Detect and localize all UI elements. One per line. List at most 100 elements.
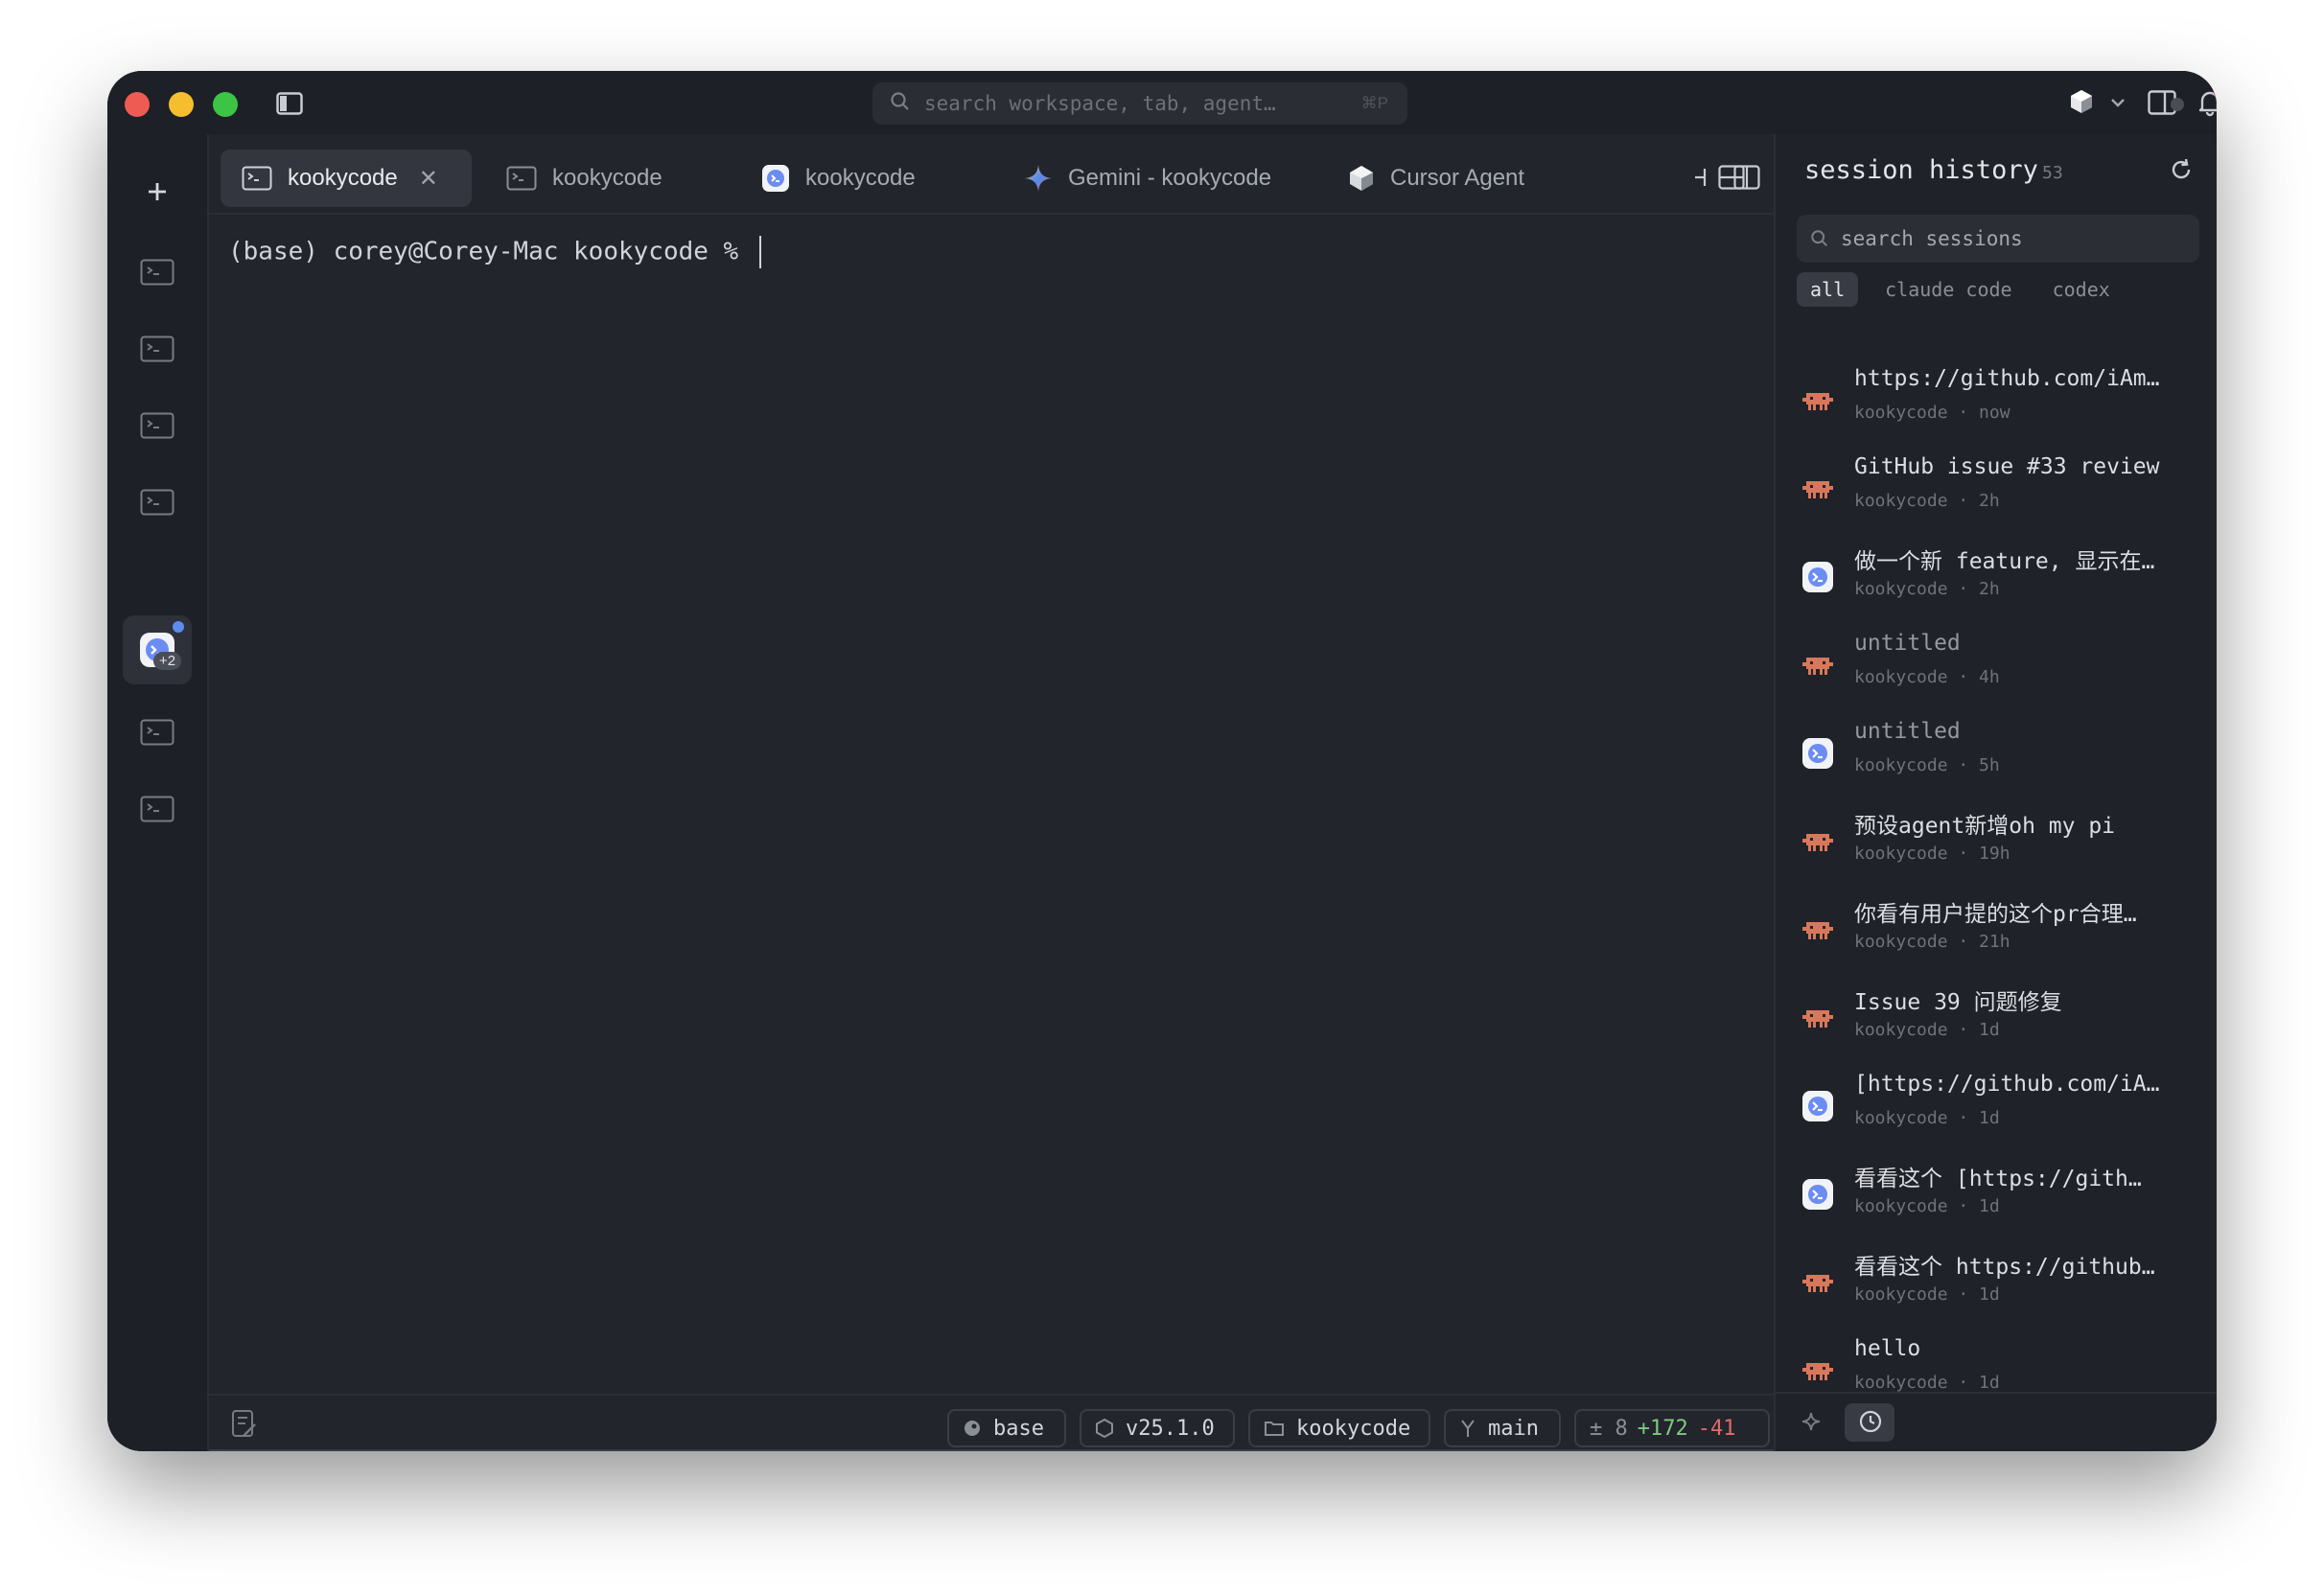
cursor-cube-icon[interactable] [2069, 88, 2094, 120]
tab-kookycode-3[interactable]: kookycode [740, 150, 961, 207]
notes-icon[interactable] [230, 1409, 259, 1445]
terminal-prompt: (base) corey@Corey-Mac kookycode % [228, 237, 754, 266]
session-item[interactable]: GitHub issue #33 review kookycode · 2h [1776, 447, 2217, 535]
tab-kookycode-2[interactable]: kookycode [485, 150, 706, 207]
branch-label: main [1488, 1416, 1539, 1441]
session-search-placeholder: search sessions [1841, 227, 2023, 250]
session-search-input[interactable]: search sessions [1797, 215, 2199, 263]
tab-bar: kookycode ✕ kookycode kookycode Gemini -… [207, 134, 1774, 215]
session-item[interactable]: untitled kookycode · 4h [1776, 623, 2217, 711]
env-chip[interactable]: base [947, 1409, 1066, 1447]
notification-bell-icon[interactable] [2196, 88, 2217, 122]
split-horizontal-icon[interactable] [1718, 165, 1745, 195]
title-bar: search workspace, tab, agent… ⌘P [107, 71, 2217, 134]
terminal-icon[interactable] [136, 405, 178, 447]
session-item[interactable]: 做一个新 feature, 显示在… kookycode · 2h [1776, 535, 2217, 623]
session-meta: kookycode · 21h [1854, 932, 2010, 952]
search-icon [890, 91, 911, 117]
claude-agent-icon [1801, 913, 1835, 947]
terminal-area[interactable]: (base) corey@Corey-Mac kookycode % [228, 236, 761, 268]
panel-title: session history [1804, 155, 2038, 185]
session-title: 预设agent新增oh my pi [1854, 814, 2116, 839]
git-branch-icon [1459, 1418, 1476, 1439]
session-item[interactable]: [https://github.com/iA… kookycode · 1d [1776, 1064, 2217, 1152]
terminal-icon[interactable] [136, 328, 178, 370]
add-tab-icon[interactable] [1691, 165, 1708, 195]
terminal-icon [506, 166, 537, 191]
filter-claude-code[interactable]: claude code [1871, 272, 2025, 307]
folder-chip[interactable]: kookycode [1248, 1409, 1430, 1447]
session-meta: kookycode · 1d [1854, 1020, 2000, 1040]
tab-label: kookycode [805, 165, 916, 191]
codex-agent-icon [1801, 1089, 1835, 1123]
diff-deletions: -41 [1697, 1416, 1736, 1441]
terminal-icon[interactable] [136, 481, 178, 523]
session-title: 你看有用户提的这个pr合理… [1854, 902, 2137, 927]
version-label: v25.1.0 [1126, 1416, 1215, 1441]
python-env-icon [963, 1419, 982, 1438]
node-version-chip[interactable]: v25.1.0 [1080, 1409, 1235, 1447]
workspace-rail: +2 [107, 134, 209, 1451]
claude-agent-icon [1801, 824, 1835, 859]
session-title: 看看这个 [https://gith… [1854, 1167, 2142, 1191]
session-title: GitHub issue #33 review [1854, 454, 2160, 479]
terminal-icon[interactable] [136, 251, 178, 293]
tab-cursor-agent[interactable]: Cursor Agent [1327, 150, 1557, 207]
add-workspace-button[interactable] [136, 171, 178, 213]
chevron-down-icon[interactable] [2109, 96, 2126, 113]
session-title: untitled [1854, 631, 1961, 656]
claude-agent-icon [1801, 1001, 1835, 1035]
filter-codex[interactable]: codex [2039, 272, 2124, 307]
session-title: untitled [1854, 719, 1961, 744]
session-history-panel: session history 53 search sessions all c… [1774, 134, 2217, 1451]
tab-kookycode-1[interactable]: kookycode ✕ [221, 150, 472, 207]
claude-agent-icon [1801, 383, 1835, 418]
search-icon [1810, 229, 1829, 248]
search-shortcut: ⌘P [1360, 94, 1388, 112]
tab-gemini[interactable]: Gemini - kookycode [1003, 150, 1290, 207]
minimize-window-button[interactable] [169, 92, 194, 117]
terminal-icon[interactable] [136, 711, 178, 753]
session-filters: all claude code codex [1797, 272, 2137, 307]
terminal-icon[interactable] [136, 788, 178, 830]
close-tab-icon[interactable]: ✕ [419, 165, 438, 193]
session-item[interactable]: 看看这个 https://github… kookycode · 1d [1776, 1240, 2217, 1329]
panel-footer [1776, 1392, 2217, 1451]
maximize-window-button[interactable] [213, 92, 238, 117]
filter-all[interactable]: all [1797, 272, 1859, 307]
env-label: base [993, 1416, 1044, 1441]
session-item[interactable]: https://github.com/iAm… kookycode · now [1776, 358, 2217, 447]
close-window-button[interactable] [125, 92, 150, 117]
app-window: search workspace, tab, agent… ⌘P +2 kook… [107, 71, 2217, 1451]
session-item[interactable]: untitled kookycode · 5h [1776, 711, 2217, 799]
session-title: Issue 39 问题修复 [1854, 990, 2062, 1015]
session-title: 看看这个 https://github… [1854, 1255, 2155, 1280]
git-diff-chip[interactable]: ± 8 +172 -41 [1574, 1409, 1770, 1447]
diff-files: ± 8 [1590, 1416, 1628, 1441]
session-meta: kookycode · 2h [1854, 579, 2000, 599]
session-title: https://github.com/iAm… [1854, 366, 2160, 391]
session-item[interactable]: 看看这个 [https://gith… kookycode · 1d [1776, 1152, 2217, 1240]
session-meta: kookycode · 1d [1854, 1284, 2000, 1305]
workspace-search[interactable]: search workspace, tab, agent… ⌘P [872, 82, 1407, 125]
tab-label: kookycode [288, 165, 398, 191]
claude-agent-icon [1801, 648, 1835, 682]
refresh-icon[interactable] [2169, 157, 2194, 187]
diff-additions: +172 [1637, 1416, 1688, 1441]
search-placeholder: search workspace, tab, agent… [924, 92, 1276, 115]
folder-icon [1264, 1420, 1285, 1437]
sidebar-toggle-icon[interactable] [276, 92, 303, 120]
session-item[interactable]: 你看有用户提的这个pr合理… kookycode · 21h [1776, 888, 2217, 976]
claude-agent-icon [1801, 1265, 1835, 1300]
tab-label: Gemini - kookycode [1068, 165, 1272, 191]
session-item[interactable]: Issue 39 问题修复 kookycode · 1d [1776, 976, 2217, 1064]
codex-agent-icon [1801, 560, 1835, 594]
session-title: 做一个新 feature, 显示在… [1854, 549, 2155, 574]
cursor-cube-icon [1348, 164, 1375, 193]
sparkle-icon[interactable] [1801, 1409, 1825, 1441]
branch-chip[interactable]: main [1444, 1409, 1561, 1447]
clock-icon[interactable] [1858, 1409, 1883, 1439]
unread-dot [173, 621, 184, 633]
session-item[interactable]: 预设agent新增oh my pi kookycode · 19h [1776, 799, 2217, 888]
session-title: [https://github.com/iA… [1854, 1072, 2160, 1097]
